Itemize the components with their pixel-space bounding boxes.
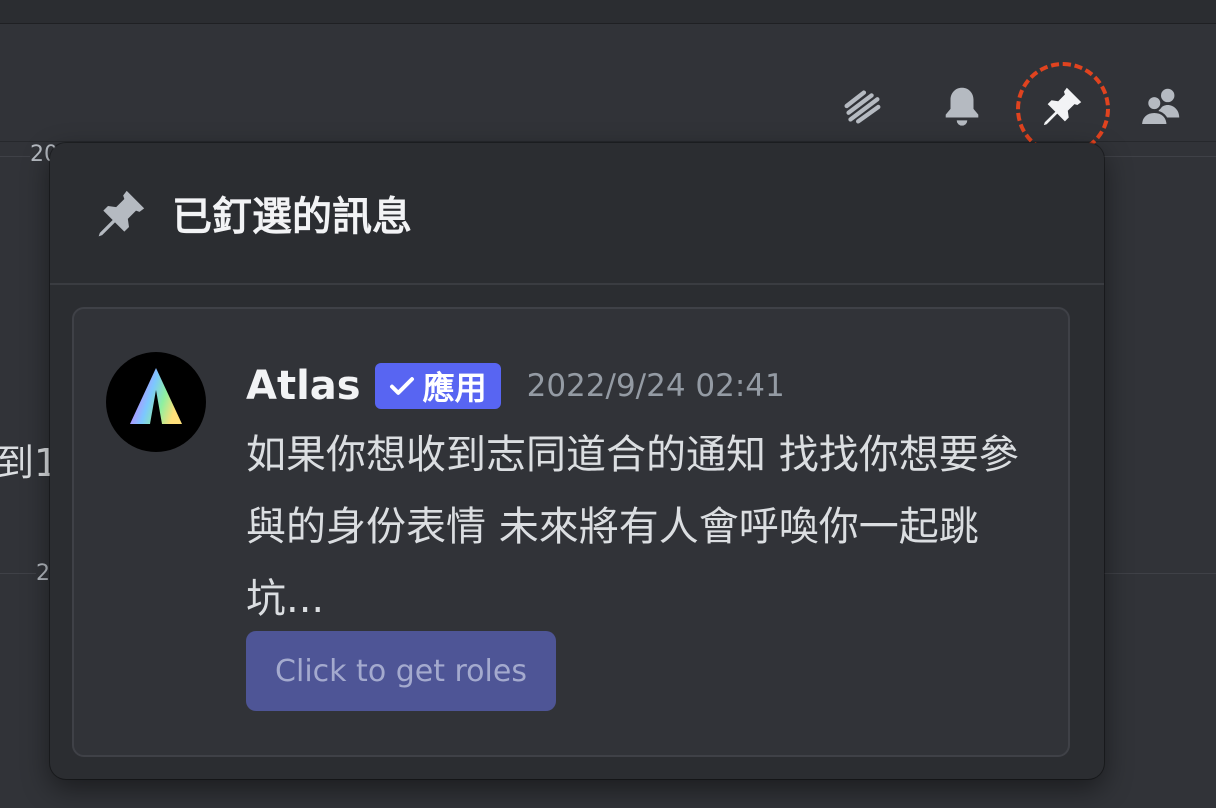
message-timestamp: 2022/9/24 02:41 — [526, 368, 785, 404]
app-badge: 應用 — [374, 363, 501, 409]
pin-icon[interactable] — [1037, 80, 1089, 132]
pinned-messages-popout: 已釘選的訊息 Atlas 應用 2022/9/24 02:41 如果你想收到志同… — [50, 143, 1104, 779]
author-name[interactable]: Atlas — [246, 363, 361, 409]
app-badge-label: 應用 — [422, 369, 487, 407]
avatar[interactable] — [106, 352, 206, 452]
title-bar — [0, 0, 1216, 24]
channel-header — [0, 24, 1216, 156]
popout-title: 已釘選的訊息 — [172, 194, 412, 240]
member-list-icon[interactable] — [1135, 80, 1187, 132]
pinned-message[interactable]: Atlas 應用 2022/9/24 02:41 如果你想收到志同道合的通知 找… — [72, 307, 1070, 757]
checkmark-icon — [389, 377, 414, 395]
popout-header: 已釘選的訊息 — [50, 143, 1104, 285]
atlas-logo-icon — [130, 368, 182, 424]
message-header: Atlas 應用 2022/9/24 02:41 — [246, 359, 785, 413]
pin-icon — [98, 190, 145, 237]
message-content: 如果你想收到志同道合的通知 找找你想要參與的身份表情 未來將有人會呼喚你一起跳坑… — [246, 432, 1019, 622]
threads-icon[interactable] — [836, 80, 888, 132]
get-roles-button[interactable]: Click to get roles — [246, 631, 556, 711]
notification-bell-icon[interactable] — [936, 80, 988, 132]
